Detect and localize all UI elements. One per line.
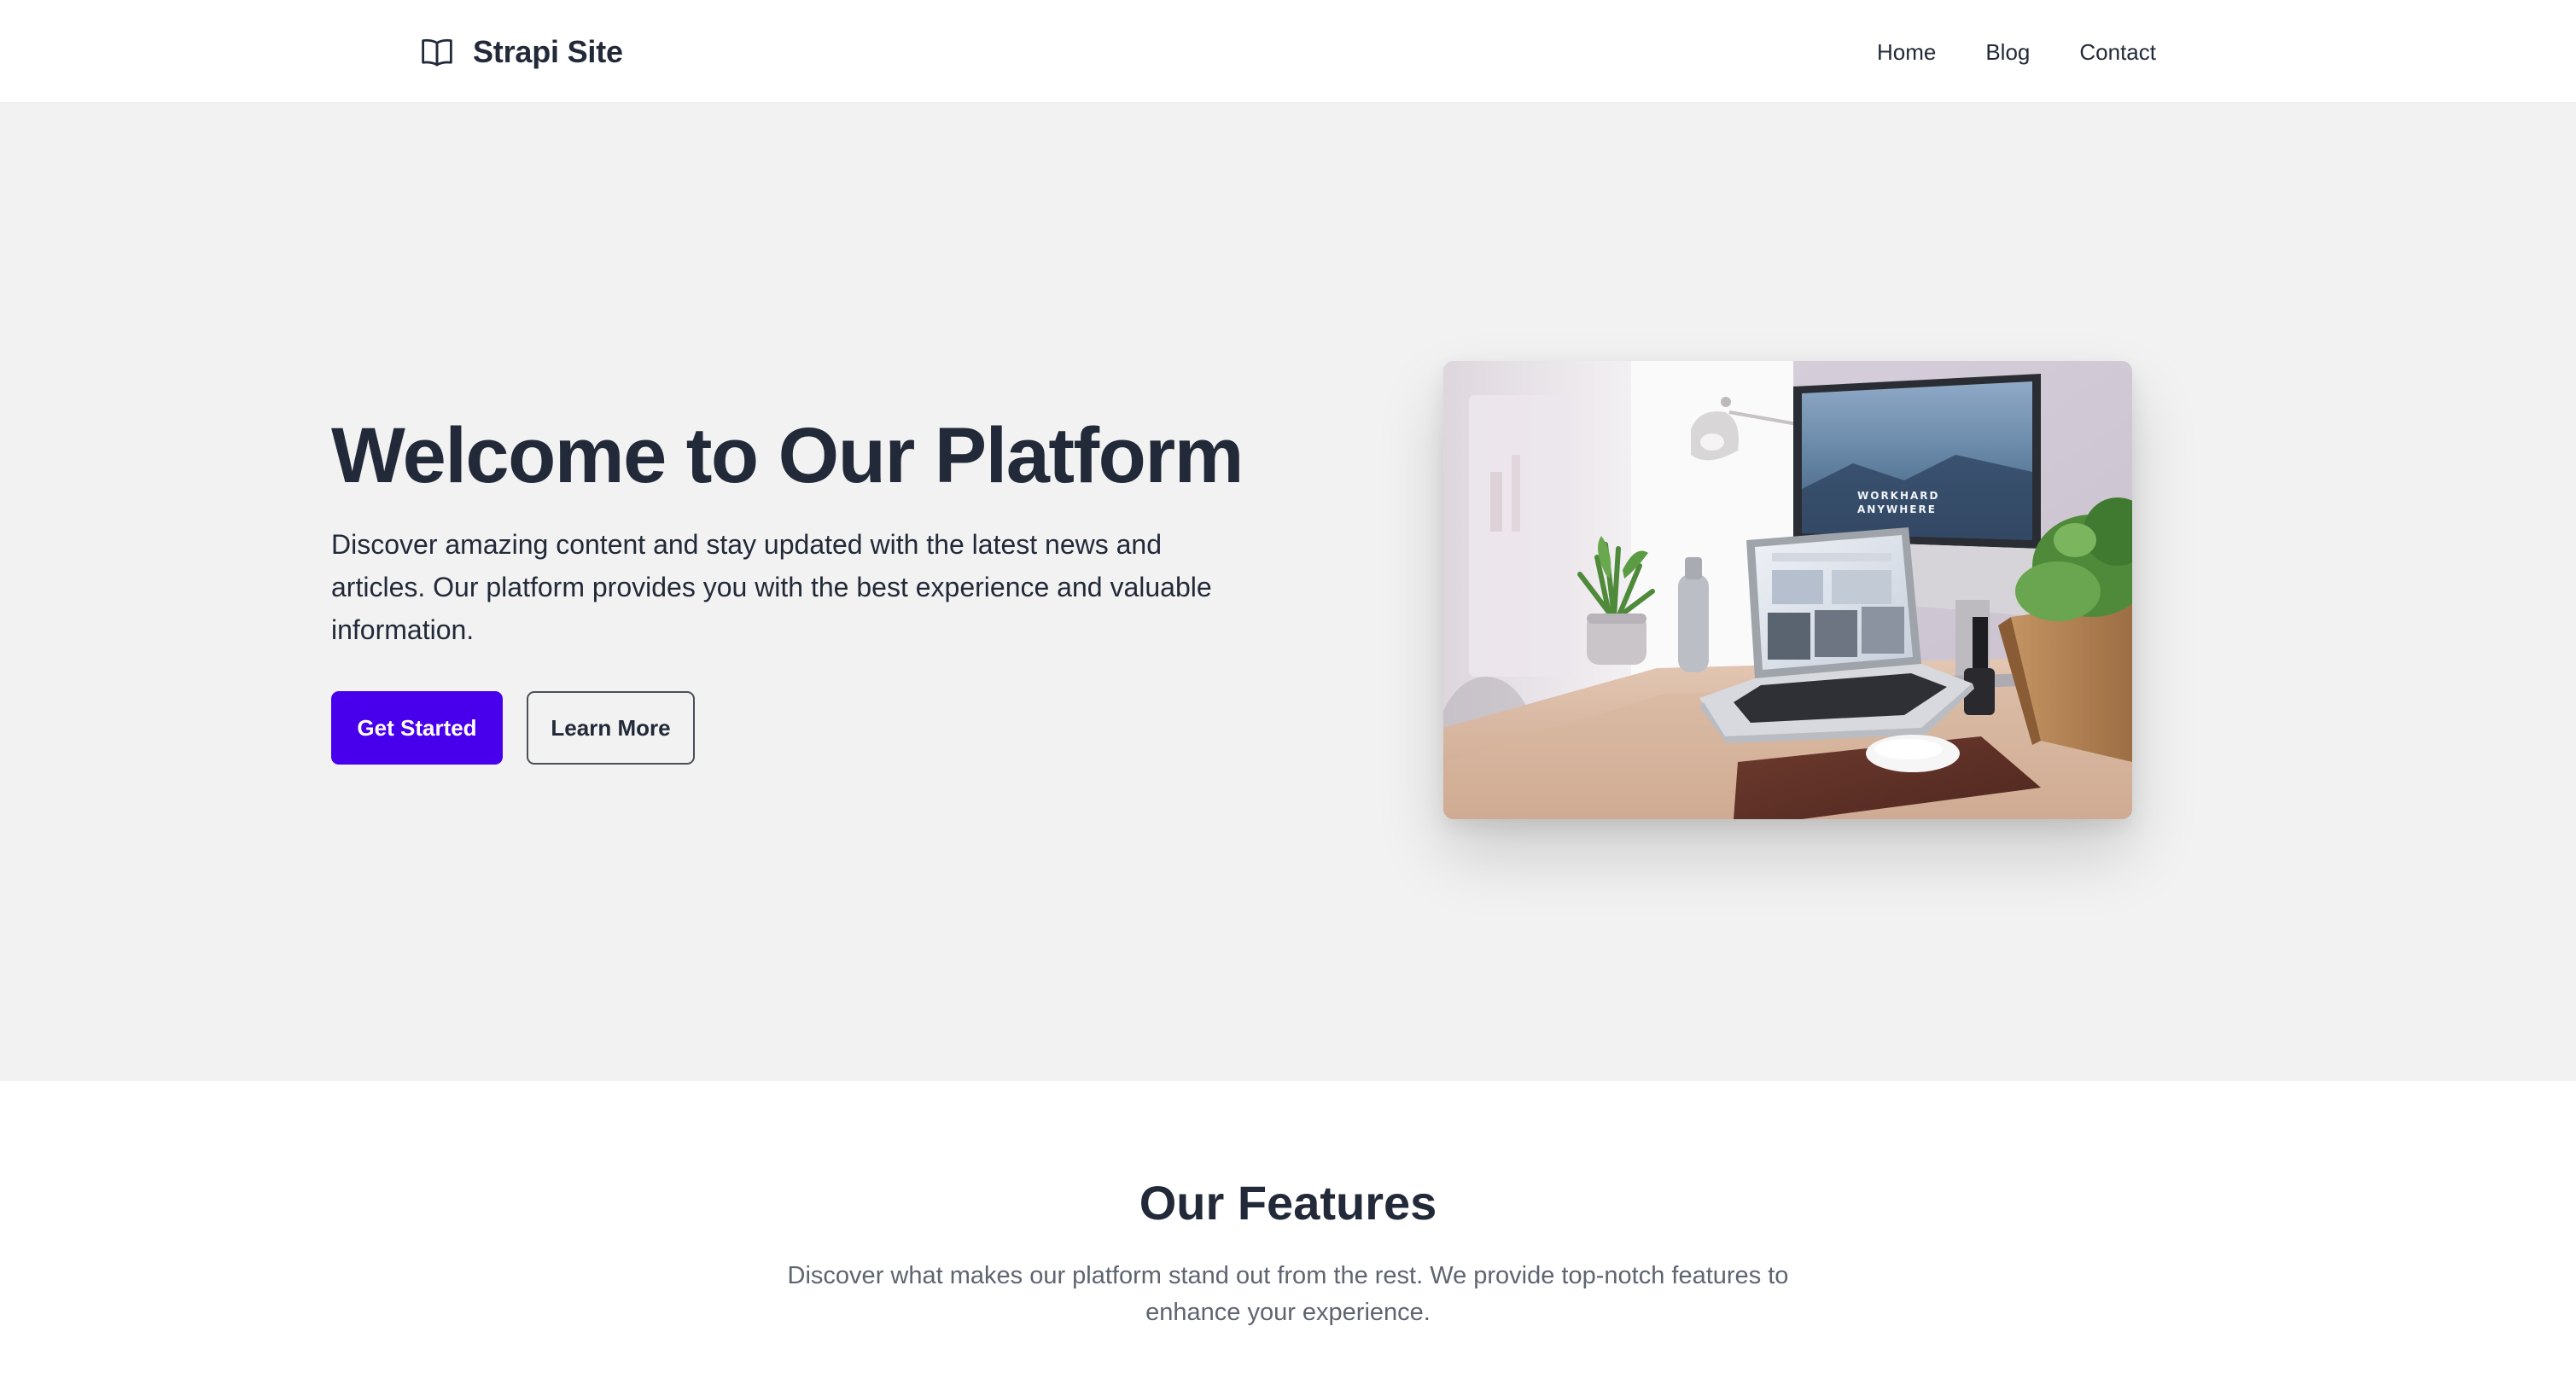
hero-title: Welcome to Our Platform [331,412,1244,499]
get-started-button[interactable]: Get Started [331,691,503,765]
book-open-icon [420,35,454,69]
features-title: Our Features [1139,1176,1437,1230]
brand-logo-link[interactable]: Strapi Site [420,31,623,73]
features-section: Our Features Discover what makes our pla… [0,1081,2576,1396]
features-description: Discover what makes our platform stand o… [787,1262,1789,1326]
nav-link-home[interactable]: Home [1877,36,1936,68]
main-nav: Home Blog Contact [1877,36,2156,68]
hero-section: Welcome to Our Platform Discover amazing… [0,103,2576,1081]
image-text-workhard: WORKHARD [1857,490,1940,502]
hero-image-workspace: WORKHARD ANYWHERE [1443,361,2132,819]
nav-link-blog[interactable]: Blog [1985,36,2030,68]
hero-description: Discover amazing content and stay update… [331,529,1212,645]
nav-link-contact[interactable]: Contact [2079,36,2156,68]
site-header: Strapi Site Home Blog Contact [0,0,2576,103]
image-text-anywhere: ANYWHERE [1857,503,1937,515]
learn-more-button[interactable]: Learn More [527,691,695,765]
brand-name: Strapi Site [473,34,623,69]
